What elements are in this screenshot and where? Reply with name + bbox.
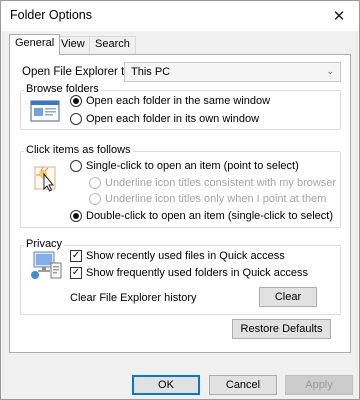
radio-button[interactable]	[70, 210, 82, 222]
clear-history-button[interactable]: Clear	[259, 287, 317, 307]
browse-folders-icon	[30, 99, 60, 126]
radio-same-window-label: Open each folder in the same window	[86, 95, 271, 107]
radio-button[interactable]	[70, 160, 82, 172]
ok-button[interactable]: OK	[132, 375, 200, 395]
privacy-icon	[30, 251, 64, 284]
close-icon: ✕	[332, 8, 346, 25]
checkmark-icon: ✓	[71, 250, 81, 261]
open-in-dropdown[interactable]: This PC ⌄	[124, 62, 341, 82]
general-panel: Open File Explorer to: This PC ⌄ Browse …	[9, 54, 351, 353]
radio-underline-browser: Underline icon titles consistent with my…	[89, 177, 336, 189]
click-items-title: Click items as follows	[24, 144, 133, 156]
radio-button	[89, 193, 101, 205]
radio-double-click[interactable]: Double-click to open an item (single-cli…	[70, 210, 333, 222]
open-in-value: This PC	[131, 66, 171, 78]
privacy-title: Privacy	[24, 238, 65, 250]
radio-button	[89, 177, 101, 189]
tab-general[interactable]: General	[9, 34, 61, 55]
radio-underline-browser-label: Underline icon titles consistent with my…	[105, 177, 337, 189]
ok-label: OK	[158, 379, 174, 391]
close-button[interactable]: ✕	[319, 1, 359, 31]
radio-underline-point: Underline icon titles only when I point …	[89, 193, 326, 205]
clear-button-label: Clear	[274, 291, 302, 303]
title-bar: Folder Options ✕	[1, 1, 359, 31]
tab-search[interactable]: Search	[89, 36, 136, 54]
checkmark-icon: ✓	[71, 267, 81, 278]
chevron-down-icon: ⌄	[326, 66, 334, 76]
radio-own-window[interactable]: Open each folder in its own window	[70, 113, 259, 125]
radio-button[interactable]	[70, 95, 82, 107]
check-frequent-folders-label: Show frequently used folders in Quick ac…	[86, 267, 308, 279]
checkbox[interactable]: ✓	[70, 250, 82, 262]
check-frequent-folders[interactable]: ✓ Show frequently used folders in Quick …	[70, 267, 308, 279]
radio-own-window-label: Open each folder in its own window	[86, 113, 260, 125]
checkbox[interactable]: ✓	[70, 267, 82, 279]
check-recent-files[interactable]: ✓ Show recently used files in Quick acce…	[70, 250, 285, 262]
restore-defaults-button[interactable]: Restore Defaults	[232, 319, 331, 339]
cancel-button[interactable]: Cancel	[209, 375, 277, 395]
radio-single-click-label: Single-click to open an item (point to s…	[86, 160, 299, 172]
clear-history-label: Clear File Explorer history	[70, 292, 197, 304]
apply-button: Apply	[285, 375, 353, 395]
radio-double-click-label: Double-click to open an item (single-cli…	[86, 210, 333, 222]
apply-label: Apply	[305, 379, 333, 391]
folder-options-dialog: Folder Options ✕ General View Search Ope…	[0, 0, 360, 400]
window-title: Folder Options	[10, 8, 92, 22]
click-pointer-icon	[32, 165, 60, 196]
open-in-label: Open File Explorer to:	[22, 66, 134, 78]
cancel-label: Cancel	[225, 379, 261, 391]
radio-underline-point-label: Underline icon titles only when I point …	[105, 193, 327, 205]
radio-single-click[interactable]: Single-click to open an item (point to s…	[70, 160, 299, 172]
restore-defaults-label: Restore Defaults	[240, 323, 323, 335]
browse-folders-title: Browse folders	[24, 83, 101, 95]
check-recent-files-label: Show recently used files in Quick access	[86, 250, 285, 262]
radio-same-window[interactable]: Open each folder in the same window	[70, 95, 270, 107]
radio-button[interactable]	[70, 113, 82, 125]
tab-view[interactable]: View	[55, 36, 91, 54]
